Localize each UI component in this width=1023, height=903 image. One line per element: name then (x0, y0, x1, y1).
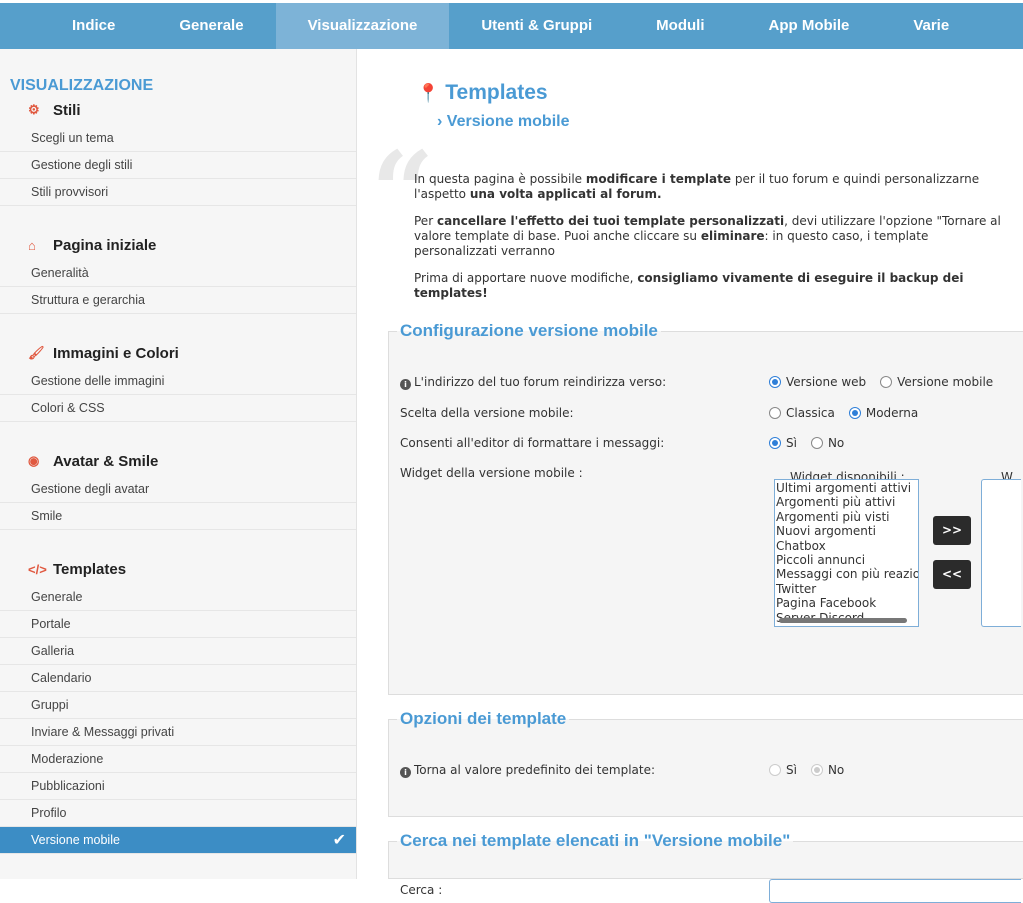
sidebar-item[interactable]: Generale (0, 584, 356, 611)
widget-option[interactable]: Nuovi argomenti (776, 524, 917, 538)
config-legend: Configurazione versione mobile (400, 321, 658, 340)
nav-utenti-gruppi[interactable]: Utenti & Gruppi (449, 3, 624, 49)
sidebar-item[interactable]: Gestione degli avatar (0, 476, 356, 503)
section-pagina-iniziale: ⌂ Pagina iniziale (28, 230, 356, 260)
sidebar-item[interactable]: Galleria (0, 638, 356, 665)
map-pin-icon: 📍 (417, 83, 440, 103)
section-templates: </> Templates (28, 554, 356, 584)
section-immagini-colori: 🖌 Immagini e Colori (28, 338, 356, 368)
config-fieldset: Configurazione versione mobile i L'indiri… (388, 321, 1023, 695)
page-title: 📍 Templates (417, 81, 548, 105)
sidebar-item-label: Versione mobile (31, 833, 120, 847)
main-content: 📍 Templates › Versione mobile “ In quest… (357, 49, 1023, 903)
nav-moduli[interactable]: Moduli (624, 3, 736, 49)
sidebar-item[interactable]: Struttura e gerarchia (0, 287, 356, 314)
sidebar-item[interactable]: Gruppi (0, 692, 356, 719)
nav-varie[interactable]: Varie (881, 3, 981, 49)
section-stili: ⚙ Stili (28, 95, 356, 125)
nav-generale[interactable]: Generale (147, 3, 275, 49)
sidebar-item[interactable]: Gestione degli stili (0, 152, 356, 179)
section-title: Avatar & Smile (53, 452, 159, 470)
available-widgets-list[interactable]: Ultimi argomenti attivi Argomenti più at… (774, 479, 919, 627)
section-title: Immagini e Colori (53, 344, 179, 362)
page-title-text: Templates (445, 81, 548, 104)
nav-indice[interactable]: Indice (40, 3, 147, 49)
widget-option[interactable]: Messaggi con più reazio (776, 567, 918, 581)
version-options: Classica Moderna (769, 406, 918, 420)
info-icon: i (400, 767, 411, 778)
code-icon: </> (28, 561, 47, 577)
widget-option[interactable]: Argomenti più visti (776, 510, 917, 524)
check-icon: ✔ (332, 832, 346, 849)
search-legend: Cerca nei template elencati in "Versione… (400, 831, 791, 850)
page-subtitle: › Versione mobile (437, 113, 570, 130)
gears-icon: ⚙ (28, 102, 40, 117)
sidebar-item[interactable]: Calendario (0, 665, 356, 692)
sidebar: VISUALIZZAZIONE ⚙ Stili Scegli un tema Ge… (0, 49, 357, 879)
radio-editor-si[interactable]: Sì (769, 436, 797, 450)
sidebar-item[interactable]: Gestione delle immagini (0, 368, 356, 395)
widget-option[interactable]: Twitter (776, 582, 917, 596)
sidebar-item[interactable]: Scegli un tema (0, 125, 356, 152)
radio-reset-no[interactable]: No (810, 763, 844, 777)
sidebar-item[interactable]: Inviare & Messaggi privati (0, 719, 356, 746)
info-icon: i (400, 379, 411, 390)
radio-classica[interactable]: Classica (769, 406, 835, 420)
section-avatar-smile: ◉ Avatar & Smile (28, 446, 356, 476)
sidebar-item[interactable]: Profilo (0, 800, 356, 827)
intro-text: In questa pagina è possibile modificare … (414, 172, 1014, 313)
horizontal-scrollbar[interactable] (779, 618, 907, 623)
sidebar-item[interactable]: Portale (0, 611, 356, 638)
radio-versione-mobile[interactable]: Versione mobile (880, 375, 993, 389)
sidebar-item[interactable]: Moderazione (0, 746, 356, 773)
section-title: Pagina iniziale (53, 236, 157, 254)
radio-versione-web[interactable]: Versione web (769, 375, 866, 389)
sidebar-item[interactable]: Pubblicazioni (0, 773, 356, 800)
search-input[interactable] (769, 879, 1021, 903)
sidebar-item[interactable]: Colori & CSS (0, 395, 356, 422)
user-circle-icon: ◉ (28, 453, 40, 468)
widget-option[interactable]: Chatbox (776, 539, 917, 553)
sidebar-item[interactable]: Generalità (0, 260, 356, 287)
search-label: Cerca : (400, 883, 443, 897)
home-icon: ⌂ (28, 237, 36, 253)
section-title: Templates (53, 560, 127, 578)
selected-widgets-list[interactable] (981, 479, 1021, 627)
brush-icon: 🖌 (28, 345, 45, 360)
intro-paragraph: Per cancellare l'effetto dei tuoi templa… (414, 214, 1001, 258)
options-fieldset: Opzioni dei template i Torna al valore pr… (388, 709, 1023, 817)
add-widget-button[interactable]: >> (933, 516, 971, 545)
version-label: Scelta della versione mobile: (400, 406, 574, 420)
nav-app-mobile[interactable]: App Mobile (737, 3, 882, 49)
widget-option[interactable]: Ultimi argomenti attivi (776, 481, 917, 495)
editor-options: Sì No (769, 436, 844, 450)
radio-editor-no[interactable]: No (810, 436, 844, 450)
sidebar-item-versione-mobile[interactable]: Versione mobile ✔ (0, 827, 356, 854)
intro-paragraph: Prima di apportare nuove modifiche, cons… (414, 271, 964, 300)
nav-visualizzazione[interactable]: Visualizzazione (275, 3, 450, 49)
widget-label: Widget della versione mobile : (400, 466, 583, 480)
reset-options: Sì No (769, 763, 844, 777)
redirect-options: Versione web Versione mobile (769, 375, 993, 389)
options-legend: Opzioni dei template (400, 709, 567, 728)
redirect-label: i L'indirizzo del tuo forum reindirizza v… (400, 375, 666, 390)
editor-label: Consenti all'editor di formattare i mess… (400, 436, 665, 450)
section-title: Stili (53, 101, 81, 119)
widget-option[interactable]: Pagina Facebook (776, 596, 917, 610)
reset-label: i Torna al valore predefinito dei templat… (400, 763, 655, 778)
intro-paragraph: In questa pagina è possibile modificare … (414, 172, 980, 201)
page-subtitle-text: Versione mobile (446, 113, 570, 130)
widget-option[interactable]: Piccoli annunci (776, 553, 917, 567)
sidebar-item[interactable]: Smile (0, 503, 356, 530)
sidebar-item[interactable]: Stili provvisori (0, 179, 356, 206)
top-nav: Indice Generale Visualizzazione Utenti &… (0, 3, 1023, 49)
sidebar-heading: VISUALIZZAZIONE (10, 77, 154, 94)
radio-moderna[interactable]: Moderna (848, 406, 918, 420)
radio-reset-si[interactable]: Sì (769, 763, 797, 777)
remove-widget-button[interactable]: << (933, 560, 971, 589)
widget-option[interactable]: Argomenti più attivi (776, 495, 917, 509)
search-fieldset: Cerca nei template elencati in "Versione… (388, 831, 1023, 903)
